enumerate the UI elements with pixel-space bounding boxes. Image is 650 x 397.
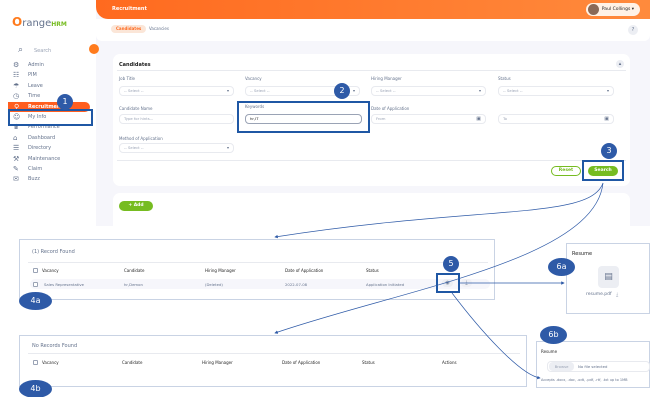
callout-5: 5 xyxy=(443,256,459,272)
tutorial-figure: OrangeHRM ⌕ Search ⚙ Admin ☷ PIM ☂ Leave ◷ Time… xyxy=(0,0,650,397)
connector-eye-to-upload xyxy=(451,292,541,380)
callout-2: 2 xyxy=(334,83,350,99)
callout-4b: 4b xyxy=(19,380,52,397)
callout-3: 3 xyxy=(601,143,617,159)
callout-6b: 6b xyxy=(540,326,567,344)
callout-1: 1 xyxy=(57,94,73,110)
callout-4a: 4a xyxy=(19,292,52,310)
connector-search-to-results xyxy=(274,182,604,239)
callout-6a: 6a xyxy=(548,258,575,276)
connector-search-to-empty xyxy=(274,182,604,334)
